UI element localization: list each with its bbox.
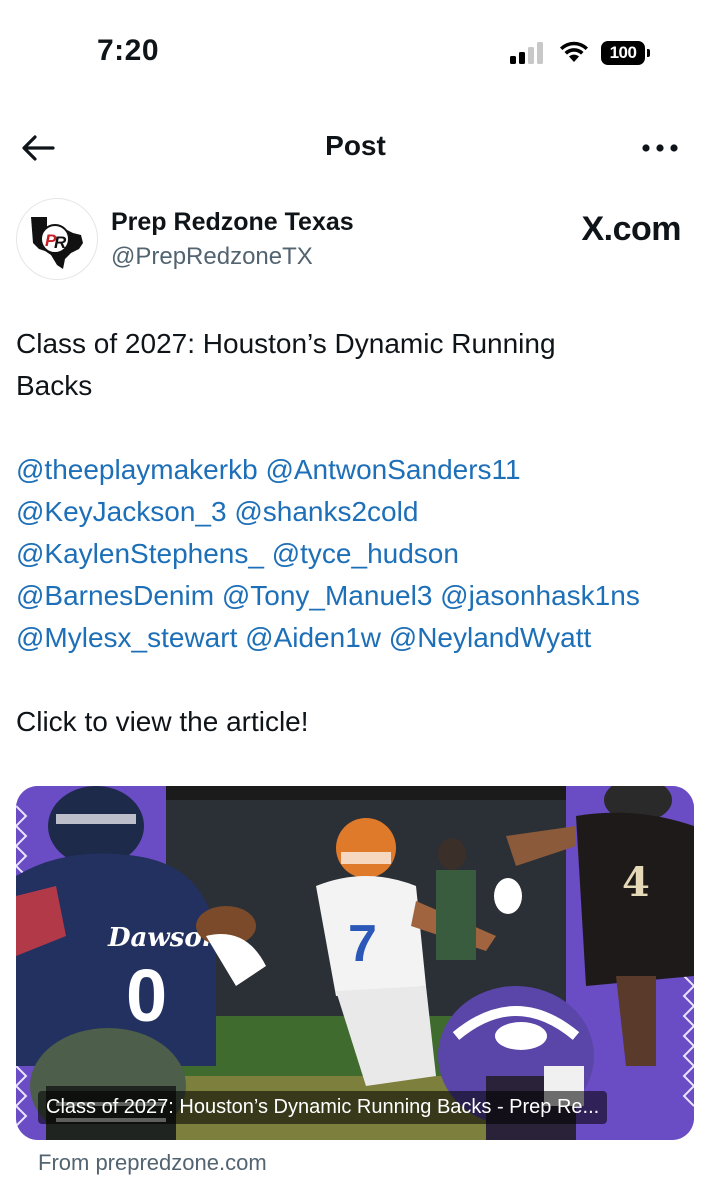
svg-text:4: 4 <box>622 859 650 906</box>
author-handle[interactable]: @PrepRedzoneTX <box>111 243 313 271</box>
mention-link[interactable]: @KaylenStephens_ <box>16 538 264 569</box>
post-cta: Click to view the article! <box>16 706 309 737</box>
svg-text:0: 0 <box>126 954 167 1037</box>
mention-link[interactable]: @NeylandWyatt <box>389 622 591 653</box>
mentions-line: @BarnesDenim @Tony_Manuel3 @jasonhask1ns <box>16 575 686 617</box>
svg-text:R: R <box>54 233 67 252</box>
mention-link[interactable]: @KeyJackson_3 <box>16 496 227 527</box>
mentions-line: @theeplaymakerkb @AntwonSanders11 <box>16 449 686 491</box>
cellular-signal-icon <box>510 42 543 64</box>
status-time: 7:20 <box>97 34 160 67</box>
texas-pr-logo-icon: P R <box>31 217 83 269</box>
mention-link[interactable]: @shanks2cold <box>234 496 418 527</box>
post-title-line: Backs <box>16 370 93 401</box>
mention-link[interactable]: @BarnesDenim <box>16 580 214 611</box>
back-button[interactable] <box>18 130 58 166</box>
mentions-line: @KaylenStephens_ @tyce_hudson <box>16 533 686 575</box>
mention-link[interactable]: @Tony_Manuel3 <box>222 580 433 611</box>
post-title: Class of 2027: Houston’s Dynamic Running… <box>16 323 686 407</box>
article-image: Dawson 0 7 4 <box>16 786 694 1140</box>
avatar[interactable]: P R <box>16 198 98 280</box>
mention-link[interactable]: @theeplaymakerkb <box>16 454 258 485</box>
ellipsis-icon <box>642 144 678 152</box>
mentions-line: @KeyJackson_3 @shanks2cold <box>16 491 686 533</box>
battery-indicator: 100 <box>601 41 651 65</box>
page-title: Post <box>325 130 386 161</box>
battery-cap <box>647 49 650 57</box>
battery-level: 100 <box>601 41 645 65</box>
mention-link[interactable]: @jasonhask1ns <box>440 580 640 611</box>
x-watermark: X.com <box>581 210 681 248</box>
wifi-icon <box>560 41 588 62</box>
more-options-button[interactable] <box>636 134 684 162</box>
svg-text:7: 7 <box>348 915 377 973</box>
arrow-left-icon <box>22 135 55 161</box>
mention-link[interactable]: @Mylesx_stewart <box>16 622 237 653</box>
mentions-block: @theeplaymakerkb @AntwonSanders11 @KeyJa… <box>16 449 686 659</box>
mention-link[interactable]: @Aiden1w <box>245 622 381 653</box>
author-display-name[interactable]: Prep Redzone Texas <box>111 208 354 237</box>
link-card-source[interactable]: From prepredzone.com <box>38 1150 267 1176</box>
post-title-line: Class of 2027: Houston’s Dynamic Running <box>16 328 556 359</box>
mention-link[interactable]: @tyce_hudson <box>272 538 459 569</box>
mention-link[interactable]: @AntwonSanders11 <box>265 454 520 485</box>
link-card[interactable]: Dawson 0 7 4 Class of 2027: Houston’s Dy… <box>16 786 694 1140</box>
mentions-line: @Mylesx_stewart @Aiden1w @NeylandWyatt <box>16 617 686 659</box>
link-card-title: Class of 2027: Houston’s Dynamic Running… <box>38 1091 608 1124</box>
